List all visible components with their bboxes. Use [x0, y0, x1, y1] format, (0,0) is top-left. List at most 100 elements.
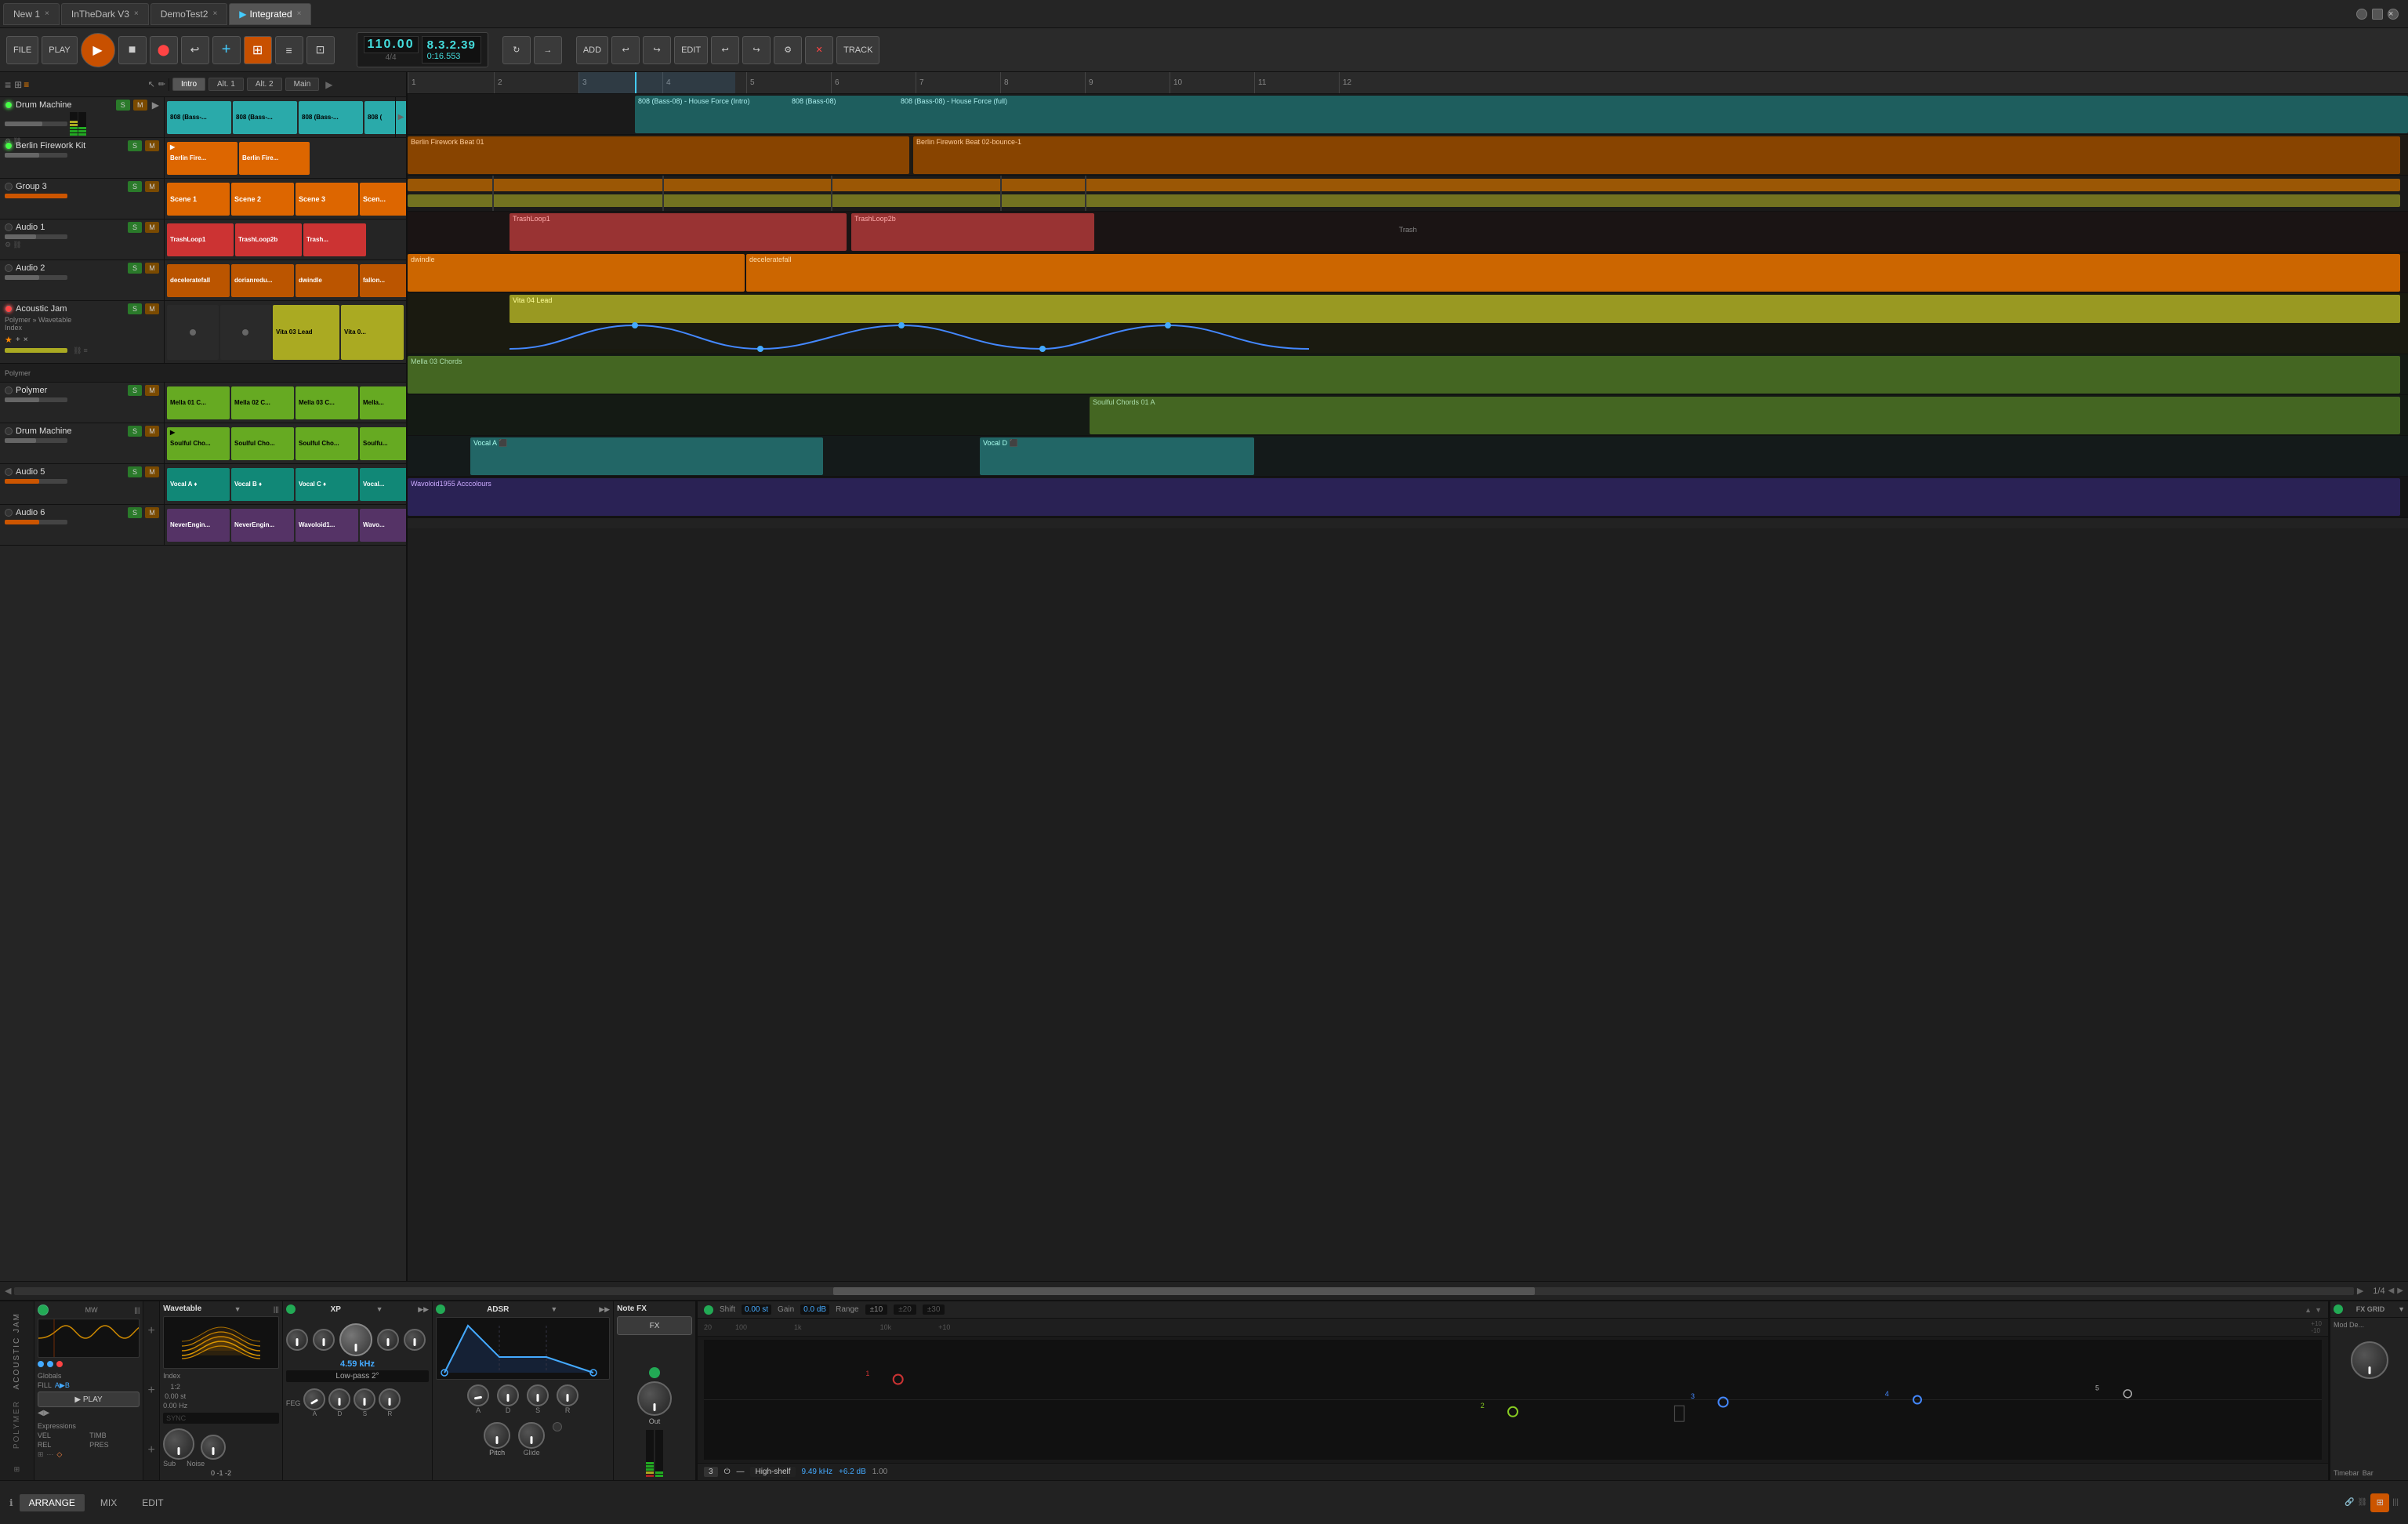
wavetable-menu[interactable]: ▼: [234, 1305, 241, 1313]
clip-6-3[interactable]: Mella...: [360, 386, 406, 419]
edit-tab[interactable]: EDIT: [132, 1494, 172, 1511]
track-led-0[interactable]: [5, 101, 13, 109]
track-led-9[interactable]: [5, 509, 13, 517]
tab-inthedardk[interactable]: InTheDark V3 ×: [61, 3, 149, 25]
clip-empty-5-1[interactable]: [220, 305, 272, 360]
eq-power[interactable]: [704, 1305, 713, 1315]
eq-down-btn[interactable]: ▼: [2315, 1306, 2322, 1314]
detail-view-button[interactable]: ⊡: [306, 36, 335, 64]
eq-band-power[interactable]: ⏻: [724, 1468, 731, 1476]
track-add-5[interactable]: +: [16, 336, 20, 344]
track-eq-icon-5[interactable]: ≡: [83, 347, 87, 355]
undo2-button[interactable]: ↩: [711, 36, 739, 64]
tab-demotest2[interactable]: DemoTest2 ×: [150, 3, 228, 25]
fxgrid-knob[interactable]: [2351, 1341, 2388, 1379]
add-btn-bottom[interactable]: +: [148, 1443, 155, 1457]
filter-type-select[interactable]: Low-pass 2°: [286, 1370, 429, 1382]
track-solo-0[interactable]: S: [116, 100, 130, 111]
info-icon[interactable]: ℹ: [9, 1497, 13, 1508]
view-toggle[interactable]: ≡: [5, 78, 11, 91]
arr-clip-8-1[interactable]: Vocal D ⬛: [980, 437, 1254, 475]
clip-2-1[interactable]: Scene 2: [231, 183, 294, 216]
track-mute-6[interactable]: M: [145, 385, 159, 396]
shelf-type[interactable]: High-shelf: [750, 1467, 795, 1477]
feg-a-knob[interactable]: [303, 1388, 325, 1410]
wavetable-bars[interactable]: |||: [274, 1305, 279, 1313]
cursor-tool[interactable]: ↖: [148, 79, 155, 89]
scene-tab-main[interactable]: Main: [285, 78, 320, 91]
scroll-left[interactable]: ◀: [5, 1286, 11, 1296]
clip-0-2[interactable]: 808 (Bass-...: [299, 101, 363, 134]
adsr-s-knob[interactable]: [527, 1384, 549, 1406]
clip-1-1[interactable]: Berlin Fire...: [239, 142, 310, 175]
track-volume-5[interactable]: [5, 348, 67, 353]
undo-button[interactable]: ↩: [611, 36, 640, 64]
clip-2-2[interactable]: Scene 3: [296, 183, 358, 216]
eq-graph[interactable]: 1 2 3 4 5: [704, 1340, 2322, 1460]
clip-8-3[interactable]: Vocal...: [360, 468, 406, 501]
sub-knob[interactable]: [163, 1428, 194, 1460]
track-mute-2[interactable]: M: [145, 181, 159, 192]
glide-knob[interactable]: [518, 1422, 545, 1449]
arr-clip-4-0[interactable]: dwindle: [408, 254, 745, 292]
track-fader-0[interactable]: [5, 122, 67, 126]
clip-9-1[interactable]: NeverEngin...: [231, 509, 294, 542]
feg-s-knob[interactable]: [354, 1388, 375, 1410]
track-solo-8[interactable]: S: [128, 466, 142, 477]
track-led-3[interactable]: [5, 223, 13, 231]
resonance-knob[interactable]: [313, 1329, 335, 1351]
adsr-menu[interactable]: ▼: [550, 1305, 557, 1313]
clip-9-2[interactable]: Wavoloid1...: [296, 509, 358, 542]
play-global[interactable]: ▶ PLAY: [38, 1392, 140, 1407]
polymer-bars[interactable]: |||: [134, 1306, 140, 1314]
track-fader-7[interactable]: [5, 438, 67, 443]
track-fader-4[interactable]: [5, 275, 67, 280]
clip-7-2[interactable]: Soulful Cho...: [296, 427, 358, 460]
fx-button[interactable]: FX: [617, 1316, 692, 1335]
record-button[interactable]: ⬤: [150, 36, 178, 64]
redo2-button[interactable]: ↪: [742, 36, 771, 64]
track-solo-3[interactable]: S: [128, 222, 142, 233]
arr-clip-3-0[interactable]: TrashLoop1: [510, 213, 847, 251]
clip-5-1[interactable]: Vita 0...: [341, 305, 404, 360]
track-fader-8[interactable]: [5, 479, 67, 484]
scene-tab-alt2[interactable]: Alt. 2: [247, 78, 282, 91]
adsr-power[interactable]: [436, 1304, 445, 1314]
playhead[interactable]: [635, 72, 636, 93]
tab-integrated[interactable]: ▶ Integrated ×: [229, 3, 311, 25]
mod-node-red[interactable]: [56, 1361, 63, 1367]
filter-power[interactable]: [286, 1304, 296, 1314]
clip-7-3[interactable]: Soulfu...: [360, 427, 406, 460]
mix-knob[interactable]: [377, 1329, 399, 1351]
grid-icon[interactable]: ⊞: [38, 1450, 44, 1459]
noise-knob[interactable]: [201, 1435, 226, 1460]
track-led-5[interactable]: [5, 305, 13, 313]
fxgrid-menu[interactable]: ▼: [2398, 1305, 2405, 1313]
arr-clip-5-0[interactable]: Vita 04 Lead: [510, 295, 2400, 323]
pencil-tool[interactable]: ✏: [158, 79, 165, 89]
grid-view[interactable]: ⊞: [14, 79, 22, 90]
add-device-button[interactable]: ADD: [576, 36, 608, 64]
pitch-knob[interactable]: [484, 1422, 510, 1449]
tab-close-demotest2[interactable]: ×: [212, 9, 217, 18]
arr-scrollbar[interactable]: [408, 517, 2408, 528]
track-remove-5[interactable]: ×: [24, 336, 28, 344]
chain-icon[interactable]: ⛓: [2358, 1498, 2368, 1507]
window-minimize[interactable]: [2356, 9, 2367, 20]
arr-clip-9-0[interactable]: Wavoloid1955 Acccolours: [408, 478, 2400, 516]
clip-6-1[interactable]: Mella 02 C...: [231, 386, 294, 419]
adsr-r-knob[interactable]: [557, 1384, 578, 1406]
track-mute-1[interactable]: M: [145, 140, 159, 151]
clip-4-2[interactable]: dwindle: [296, 264, 358, 297]
adsr-a-knob[interactable]: [467, 1384, 489, 1406]
tab-close-new1[interactable]: ×: [45, 9, 49, 18]
track-expand-0[interactable]: ▶: [152, 100, 159, 111]
track-scroll-0[interactable]: ▶: [398, 113, 404, 122]
add-btn-top[interactable]: +: [148, 1324, 155, 1338]
arr-clip-1-0[interactable]: Berlin Firework Beat 01: [408, 136, 909, 174]
track-button[interactable]: TRACK: [836, 36, 879, 64]
mod-node-0[interactable]: [38, 1361, 44, 1367]
follow-toggle[interactable]: →: [534, 36, 562, 64]
edit-button[interactable]: EDIT: [674, 36, 708, 64]
track-led-4[interactable]: [5, 264, 13, 272]
